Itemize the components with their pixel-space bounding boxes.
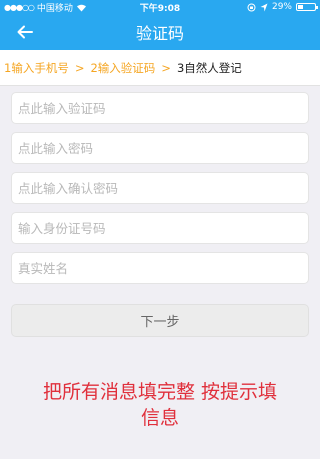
step-separator: > bbox=[161, 60, 171, 75]
battery-percent: 29% bbox=[271, 2, 292, 12]
orientation-lock-icon bbox=[247, 3, 256, 11]
confirm-password-input[interactable] bbox=[11, 172, 309, 204]
status-bar: ●●●○○ 中国移动 下午9:08 29% bbox=[0, 0, 320, 14]
step-2-label: 2输入验证码 bbox=[90, 60, 156, 75]
real-name-input[interactable] bbox=[11, 252, 309, 284]
verification-code-input[interactable] bbox=[11, 92, 309, 124]
nav-bar: 验证码 bbox=[0, 14, 320, 50]
battery-level-fill bbox=[298, 5, 303, 9]
step-indicator: 1输入手机号 > 2输入验证码 > 3自然人登记 bbox=[0, 50, 320, 86]
signal-dots-icon: ●●●○○ bbox=[4, 2, 35, 12]
status-right: 29% bbox=[247, 2, 318, 12]
instruction-hint: 把所有消息填完整 按提示填 信息 bbox=[0, 379, 320, 431]
instruction-hint-line2: 信息 bbox=[140, 407, 179, 429]
step-separator: > bbox=[74, 60, 85, 75]
carrier-label: 中国移动 bbox=[36, 3, 73, 14]
registration-form bbox=[0, 86, 320, 284]
battery-icon bbox=[296, 3, 318, 11]
arrow-left-icon bbox=[17, 25, 33, 39]
id-number-input[interactable] bbox=[11, 212, 309, 244]
step-1-label: 1输入手机号 bbox=[4, 60, 69, 75]
page-title: 验证码 bbox=[135, 24, 184, 43]
location-icon bbox=[260, 3, 268, 11]
step-3-label: 3自然人登记 bbox=[176, 60, 242, 75]
wifi-icon bbox=[76, 4, 86, 11]
password-input[interactable] bbox=[11, 132, 309, 164]
instruction-hint-line1: 把所有消息填完整 按提示填 bbox=[42, 381, 278, 403]
back-button[interactable] bbox=[14, 21, 36, 43]
status-left: ●●●○○ 中国移动 bbox=[4, 1, 87, 14]
next-step-button[interactable]: 下一步 bbox=[11, 304, 309, 337]
